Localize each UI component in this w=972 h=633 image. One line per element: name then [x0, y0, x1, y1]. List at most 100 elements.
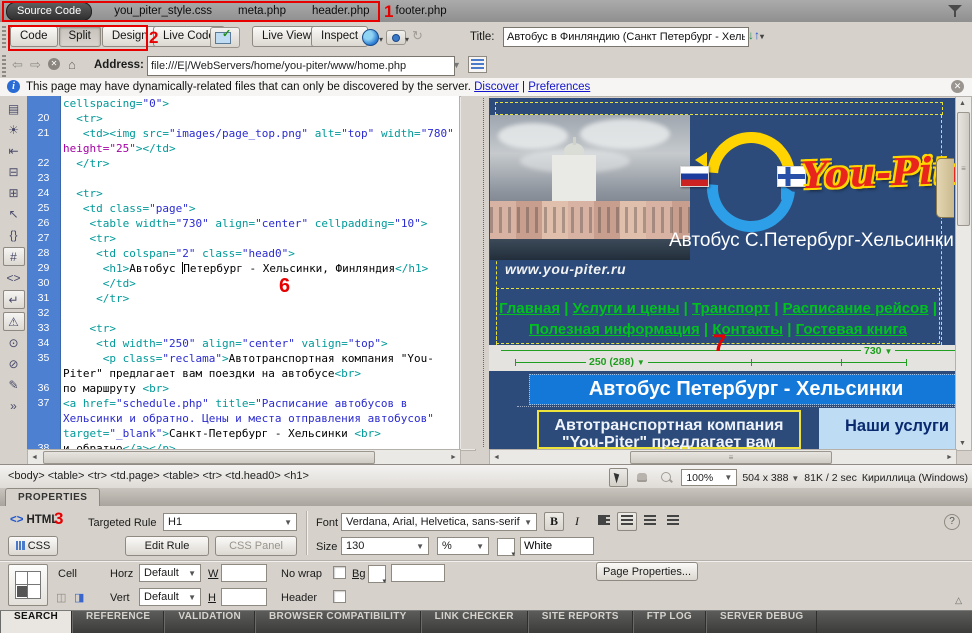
related-file-tab[interactable]: footer.php	[396, 5, 447, 17]
align-right-button[interactable]	[640, 512, 660, 531]
home-icon[interactable]: ⌂	[68, 57, 76, 72]
design-h1-heading[interactable]: Автобус Петербург - Хельсинки	[529, 374, 955, 405]
results-tab-search[interactable]: SEARCH	[0, 611, 72, 633]
size-select[interactable]: 130▼	[341, 537, 429, 555]
bg-color-swatch[interactable]	[368, 565, 386, 583]
css-properties-button[interactable]: CSS	[8, 536, 58, 556]
split-cell-icon[interactable]: ◨	[74, 591, 84, 604]
refresh-design-view-icon[interactable]: ↻	[412, 28, 423, 44]
stop-icon[interactable]: ✕	[48, 58, 60, 70]
align-center-button[interactable]	[617, 512, 637, 531]
forward-icon[interactable]: ⇨	[30, 57, 41, 73]
select-tool-icon[interactable]	[609, 468, 628, 487]
bold-button[interactable]: B	[544, 512, 564, 531]
address-input[interactable]	[147, 56, 455, 76]
results-tab-validation[interactable]: VALIDATION	[164, 611, 255, 633]
header-checkbox[interactable]	[333, 590, 346, 603]
results-tab-link-checker[interactable]: LINK CHECKER	[421, 611, 528, 633]
filter-related-files-icon[interactable]	[948, 4, 962, 18]
code-editor[interactable]: cellspacing="0">20 <tr>21 <td><img src="…	[27, 96, 461, 449]
italic-button[interactable]: I	[567, 512, 587, 531]
visual-aids-dropdown-arrow-icon[interactable]: ▾	[405, 35, 409, 44]
word-wrap-icon[interactable]: ↵	[3, 290, 25, 309]
view-button-split[interactable]: Split	[59, 26, 101, 47]
collapse-selection-icon[interactable]: ⊟	[4, 163, 24, 181]
address-dropdown-arrow-icon[interactable]: ▼	[452, 60, 461, 70]
apply-comment-icon[interactable]: ⊙	[4, 334, 24, 352]
format-source-code-icon[interactable]: ✎	[4, 376, 24, 394]
outer-table-width-menu[interactable]: 730 ▼	[861, 345, 895, 357]
results-tab-server-debug[interactable]: SERVER DEBUG	[706, 611, 817, 633]
bg-color-input[interactable]	[391, 564, 445, 582]
file-management-icon[interactable]: ↓↑▾	[748, 28, 764, 42]
nav-link[interactable]: Транспорт	[692, 300, 770, 317]
design-vertical-scrollbar[interactable]: ▲ ≡ ▼	[955, 96, 972, 451]
text-color-input[interactable]	[520, 537, 594, 555]
column-width-menu[interactable]: 250 (288) ▼	[586, 356, 648, 368]
open-documents-icon[interactable]: ▤	[4, 100, 24, 118]
width-input[interactable]	[221, 564, 267, 582]
collapse-full-tag-icon[interactable]: ⇤	[4, 142, 24, 160]
panel-collapse-icon[interactable]: △	[955, 595, 962, 606]
results-tab-browser-compatibility[interactable]: BROWSER COMPATIBILITY	[255, 611, 421, 633]
css-panel-button[interactable]: CSS Panel	[215, 536, 297, 556]
design-view[interactable]: You-Piter Автобус С.Петербург-Хельсинки …	[489, 98, 955, 449]
vert-select[interactable]: Default▼	[139, 588, 201, 606]
edit-rule-button[interactable]: Edit Rule	[125, 536, 209, 556]
text-color-swatch[interactable]	[497, 538, 515, 556]
highlight-invalid-code-icon[interactable]: <>	[4, 269, 24, 287]
preferences-link[interactable]: Preferences	[528, 81, 590, 93]
properties-tab[interactable]: PROPERTIES	[5, 488, 100, 506]
html-properties-button[interactable]: <>HTML	[10, 514, 58, 526]
magnification-select[interactable]: 100%▼	[681, 469, 737, 486]
show-more-icon[interactable]: »	[4, 397, 24, 415]
justify-button[interactable]	[663, 512, 683, 531]
height-input[interactable]	[221, 588, 267, 606]
related-file-tab[interactable]: header.php	[312, 5, 370, 17]
results-tab-ftp-log[interactable]: FTP LOG	[633, 611, 706, 633]
infobar-close-icon[interactable]: ✕	[951, 80, 964, 93]
check-browser-compatibility-icon[interactable]: ✓	[210, 27, 240, 48]
nav-link[interactable]: Главная	[499, 300, 560, 317]
align-left-button[interactable]	[594, 512, 614, 531]
nav-link[interactable]: Гостевая книга	[796, 321, 907, 338]
left-column-cell[interactable]: Автотранспортная компания "You-Piter" пр…	[537, 410, 801, 449]
select-parent-tag-icon[interactable]: ↖	[4, 205, 24, 223]
nav-link[interactable]: Полезная информация	[529, 321, 700, 338]
inspect-button[interactable]: Inspect	[311, 26, 368, 47]
view-button-design[interactable]: Design	[102, 26, 158, 47]
column-width-guide[interactable]	[515, 362, 907, 363]
code-navigator-icon[interactable]: ☀	[4, 121, 24, 139]
visual-aids-icon[interactable]	[386, 30, 406, 45]
syntax-error-alerts-icon[interactable]: ⚠	[3, 312, 25, 331]
discover-link[interactable]: Discover	[474, 81, 519, 93]
merge-cells-icon[interactable]: ◫	[56, 591, 66, 604]
page-properties-button[interactable]: Page Properties...	[596, 562, 698, 581]
results-tab-reference[interactable]: REFERENCE	[72, 611, 164, 633]
related-file-tab[interactable]: meta.php	[238, 5, 286, 17]
related-pages-list-icon[interactable]	[468, 56, 487, 73]
targeted-rule-select[interactable]: H1▼	[163, 513, 297, 531]
help-icon[interactable]: ?	[944, 514, 960, 530]
services-cell[interactable]: Наши услуги	[819, 408, 955, 449]
back-icon[interactable]: ⇦	[12, 57, 23, 73]
font-select[interactable]: Verdana, Arial, Helvetica, sans-serif▼	[341, 513, 537, 531]
results-tab-site-reports[interactable]: SITE REPORTS	[528, 611, 633, 633]
zoom-tool-icon[interactable]	[657, 468, 676, 487]
expand-all-icon[interactable]: ⊞	[4, 184, 24, 202]
nav-link[interactable]: Расписание рейсов	[783, 300, 929, 317]
source-code-tab[interactable]: Source Code	[6, 2, 92, 21]
preview-dropdown-arrow-icon[interactable]: ▾	[379, 35, 383, 44]
nav-link[interactable]: Контакты	[712, 321, 783, 338]
nav-link[interactable]: Услуги и цены	[573, 300, 680, 317]
view-button-code[interactable]: Code	[10, 26, 58, 47]
line-numbers-icon[interactable]: #	[3, 247, 25, 266]
balance-braces-icon[interactable]: {}	[4, 226, 24, 244]
document-title-input[interactable]	[503, 27, 749, 47]
tag-selector-path[interactable]: <body> <table> <tr> <td.page> <table> <t…	[8, 470, 309, 482]
no-wrap-checkbox[interactable]	[333, 566, 346, 579]
preview-in-browser-icon[interactable]	[362, 29, 379, 46]
window-size-value[interactable]: 504 x 388 ▼	[742, 472, 799, 484]
hand-tool-icon[interactable]	[633, 468, 652, 487]
related-file-tab[interactable]: you_piter_style.css	[114, 5, 212, 17]
